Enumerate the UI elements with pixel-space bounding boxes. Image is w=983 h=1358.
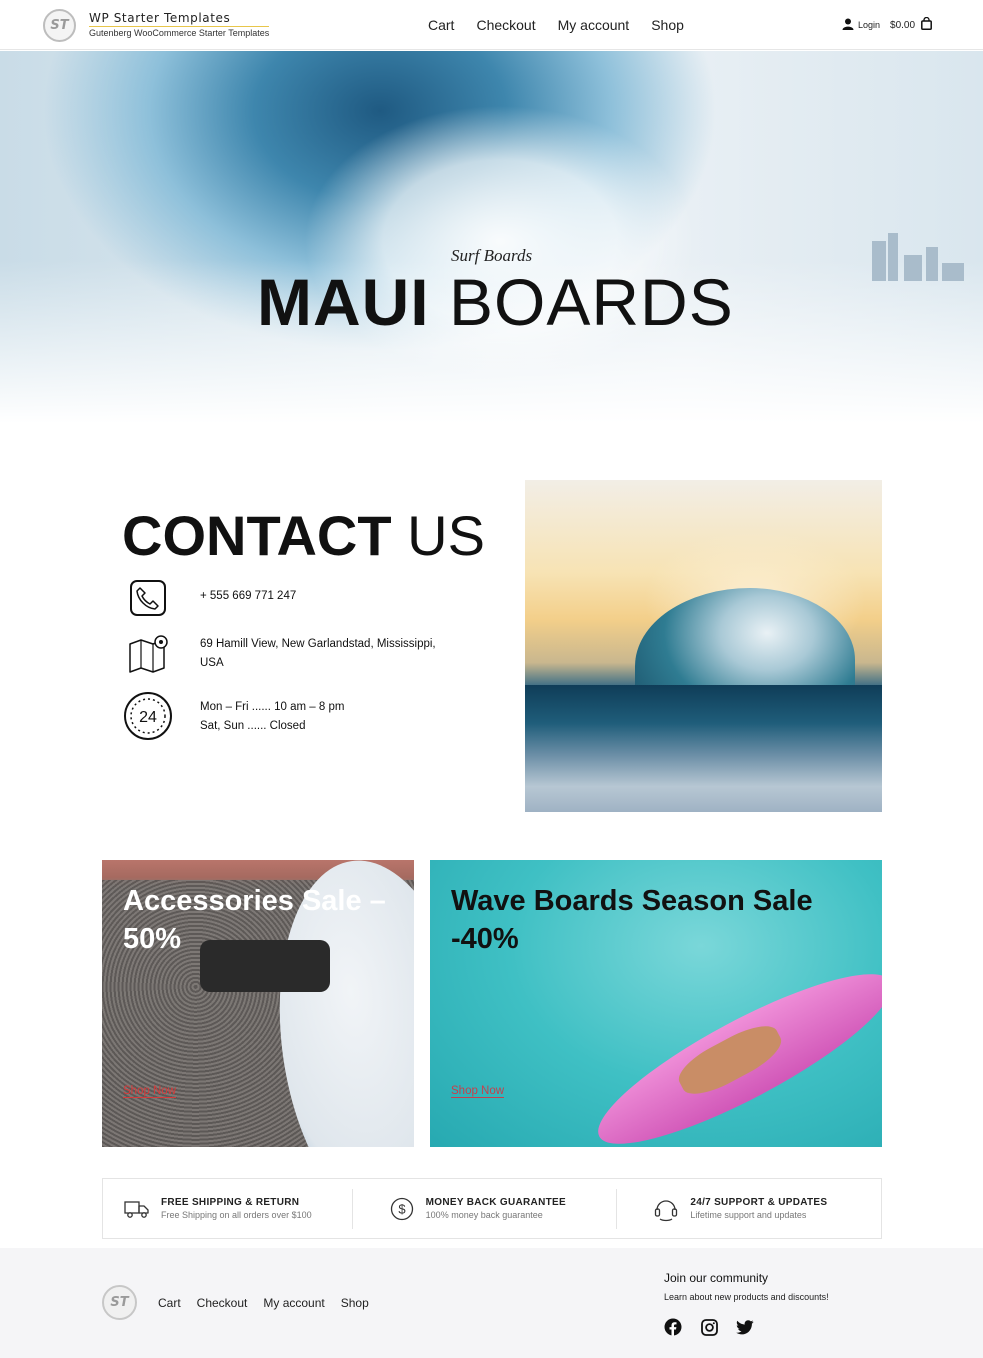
brand-subtitle: Gutenberg WooCommerce Starter Templates (89, 26, 270, 38)
hero-title-bold: MAUI (257, 265, 430, 339)
phone-icon (122, 572, 174, 624)
nav-checkout[interactable]: Checkout (476, 17, 535, 33)
features-bar: FREE SHIPPING & RETURN Free Shipping on … (102, 1178, 882, 1239)
promo-wave-boards-title: Wave Boards Season Sale -40% (451, 885, 813, 955)
support-headset-icon (652, 1195, 680, 1223)
join-community-title: Join our community (664, 1271, 769, 1285)
social-links (664, 1318, 754, 1336)
feature-support: 24/7 SUPPORT & UPDATES Lifetime support … (616, 1179, 881, 1238)
feature-money-back-title: MONEY BACK GUARANTEE (425, 1197, 566, 1208)
wave-photo (525, 480, 882, 812)
city-skyline-image (870, 231, 983, 281)
footer-nav-my-account[interactable]: My account (263, 1296, 324, 1310)
svg-text:$: $ (398, 1201, 406, 1216)
contact-title-light: US (407, 504, 485, 567)
facebook-icon[interactable] (664, 1318, 682, 1336)
promo-accessories-shop-now[interactable]: Shop Now (123, 1085, 177, 1098)
contact-hours-weekdays: Mon – Fri ...... 10 am – 8 pm (200, 701, 345, 713)
user-icon[interactable] (842, 18, 854, 33)
promo-wave-boards-sale[interactable]: Wave Boards Season Sale -40% Shop Now (430, 860, 882, 1147)
hero-kicker: Surf Boards (451, 246, 533, 265)
hero-title-light: BOARDS (449, 265, 734, 339)
contact-address-row: 69 Hamill View, New Garlandstad, Mississ… (122, 628, 436, 680)
contact-hours-row: 24 Mon – Fri ...... 10 am – 8 pm Sat, Su… (122, 690, 344, 742)
contact-phone-row: + 555 669 771 247 (122, 572, 296, 624)
login-link[interactable]: Login (858, 20, 880, 30)
brand-title[interactable]: WP Starter Templates (89, 11, 230, 25)
feature-money-back: $ MONEY BACK GUARANTEE 100% money back g… (351, 1179, 617, 1238)
site-header: ST WP Starter Templates Gutenberg WooCom… (0, 0, 983, 50)
feature-support-title: 24/7 SUPPORT & UPDATES (690, 1197, 828, 1208)
promo-wave-boards-shop-now[interactable]: Shop Now (451, 1085, 505, 1098)
contact-phone[interactable]: + 555 669 771 247 (200, 587, 460, 606)
feature-free-shipping: FREE SHIPPING & RETURN Free Shipping on … (103, 1179, 352, 1238)
hero-title: MAUI BOARDS (257, 266, 734, 338)
promo-accessories-title: Accessories Sale – 50% (123, 885, 386, 955)
footer-logo[interactable]: ST (102, 1285, 137, 1320)
feature-money-back-subtitle: 100% money back guarantee (425, 1210, 543, 1220)
site-logo[interactable]: ST (43, 9, 76, 42)
shopping-bag-icon[interactable] (921, 16, 933, 33)
map-pin-icon (122, 628, 174, 680)
main-nav: Cart Checkout My account Shop (428, 17, 684, 33)
clock-24-badge: 24 (139, 709, 157, 726)
footer-nav: Cart Checkout My account Shop (158, 1296, 369, 1310)
site-footer: ST Cart Checkout My account Shop Join ou… (0, 1248, 983, 1358)
header-account-cart: Login $0.00 (842, 16, 933, 33)
feature-free-shipping-title: FREE SHIPPING & RETURN (161, 1197, 300, 1208)
dollar-coin-icon: $ (388, 1195, 416, 1223)
promo-accessories-sale[interactable]: Accessories Sale – 50% Shop Now (102, 860, 414, 1147)
hero-banner: Surf Boards MAUI BOARDS (0, 51, 983, 431)
contact-hours-weekend: Sat, Sun ...... Closed (200, 720, 306, 732)
clock-24-icon: 24 (122, 690, 174, 742)
footer-nav-shop[interactable]: Shop (341, 1296, 369, 1310)
cart-total[interactable]: $0.00 (890, 20, 915, 31)
contact-title: CONTACT US (122, 505, 485, 567)
nav-my-account[interactable]: My account (558, 17, 630, 33)
twitter-icon[interactable] (736, 1318, 754, 1336)
contact-address-line1: 69 Hamill View, New Garlandstad, Mississ… (200, 638, 436, 650)
nav-shop[interactable]: Shop (651, 17, 684, 33)
contact-address: 69 Hamill View, New Garlandstad, Mississ… (200, 635, 460, 673)
contact-hours: Mon – Fri ...... 10 am – 8 pm Sat, Sun .… (200, 698, 460, 736)
footer-nav-cart[interactable]: Cart (158, 1296, 181, 1310)
contact-title-bold: CONTACT (122, 504, 392, 567)
feature-support-subtitle: Lifetime support and updates (690, 1210, 807, 1220)
nav-cart[interactable]: Cart (428, 17, 454, 33)
contact-address-line2: USA (200, 657, 224, 669)
instagram-icon[interactable] (700, 1318, 718, 1336)
feature-free-shipping-subtitle: Free Shipping on all orders over $100 (161, 1210, 312, 1220)
truck-icon (123, 1195, 151, 1223)
footer-nav-checkout[interactable]: Checkout (197, 1296, 248, 1310)
join-community-subtitle: Learn about new products and discounts! (664, 1292, 829, 1302)
wave-water-image (525, 685, 882, 812)
